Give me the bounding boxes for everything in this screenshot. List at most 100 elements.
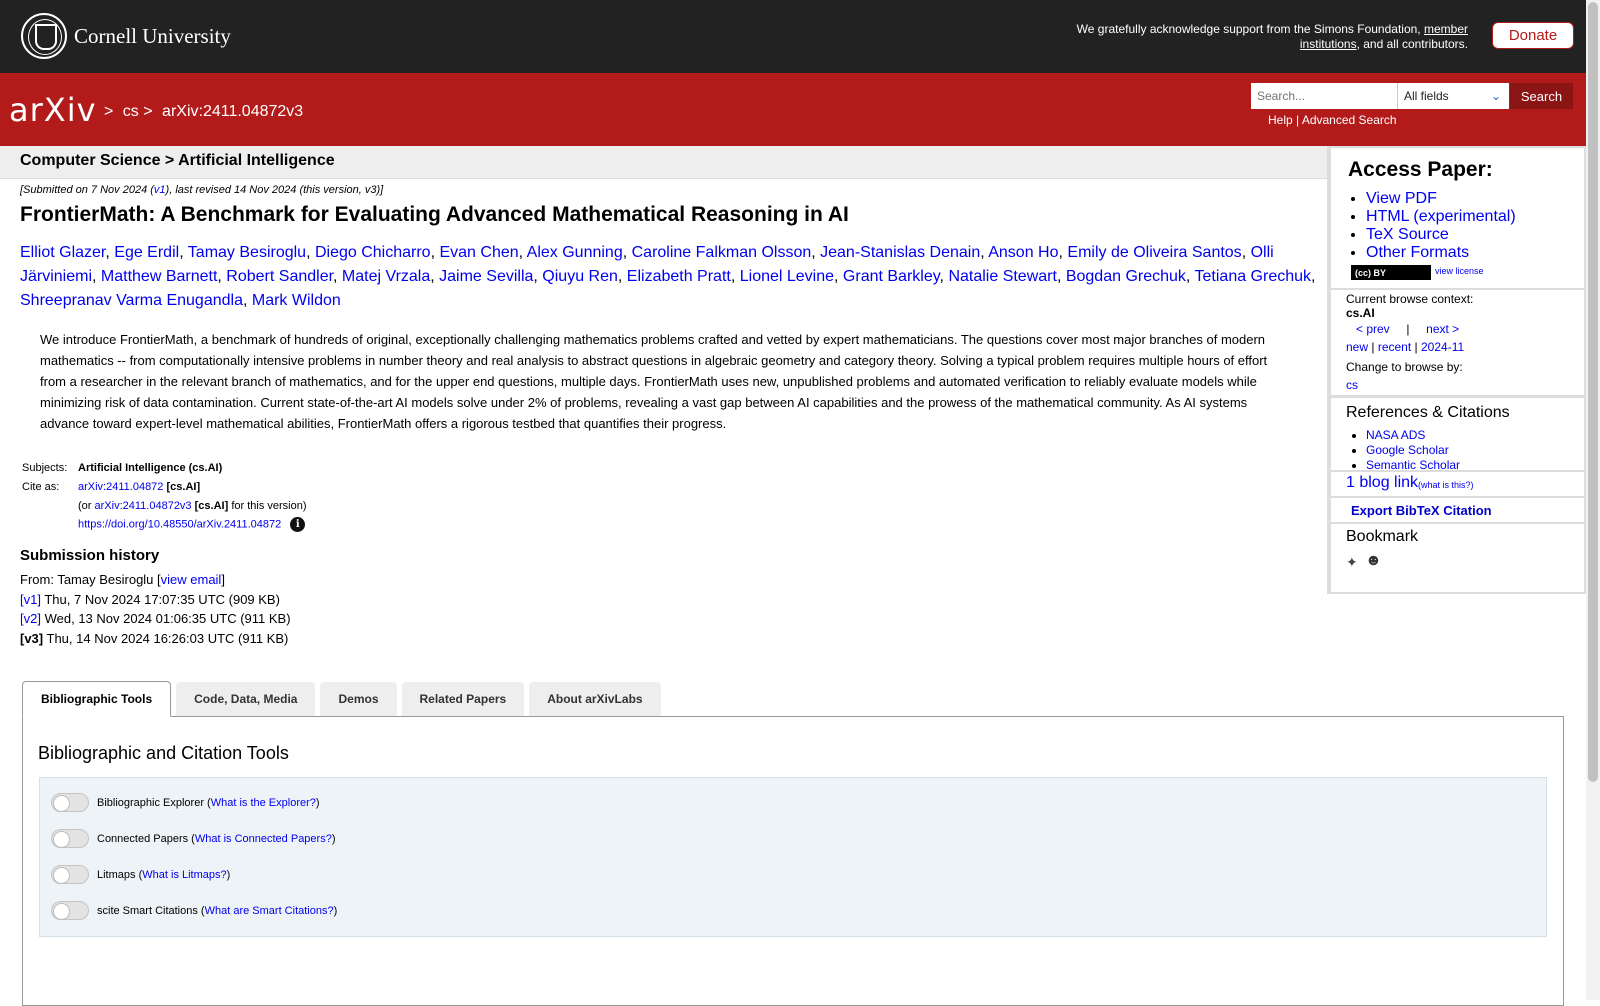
cornell-header: Cornell University We gratefully acknowl… [0, 0, 1586, 73]
author-link[interactable]: Mark Wildon [252, 292, 341, 309]
author-link[interactable]: Evan Chen [439, 244, 518, 261]
author-link[interactable]: Diego Chicharro [315, 244, 431, 261]
version-row: [v3] Thu, 14 Nov 2024 16:26:03 UTC (911 … [20, 630, 289, 646]
cc-license-badge[interactable]: (cc) BY [1351, 265, 1431, 280]
author-link[interactable]: Bogdan Grechuk [1066, 268, 1186, 285]
chevron-down-icon: ⌄ [1490, 89, 1501, 103]
advanced-search-link[interactable]: Advanced Search [1302, 113, 1397, 127]
google-scholar-link[interactable]: Google Scholar [1366, 443, 1449, 457]
v1-link[interactable]: v1 [154, 184, 166, 196]
tool-row: Connected Papers (What is Connected Pape… [51, 829, 336, 848]
new-link[interactable]: new [1346, 340, 1368, 354]
blog-what-link[interactable]: (what is this?) [1418, 480, 1474, 490]
tool-row: Bibliographic Explorer (What is the Expl… [51, 793, 320, 812]
author-link[interactable]: Grant Barkley [843, 268, 940, 285]
tab-code-data-media[interactable]: Code, Data, Media [176, 682, 316, 716]
nasa-ads-link[interactable]: NASA ADS [1366, 428, 1425, 442]
donate-button[interactable]: Donate [1492, 22, 1574, 49]
scrollbar-thumb[interactable] [1588, 2, 1598, 782]
litmaps-toggle[interactable] [51, 865, 89, 884]
connected-papers-help-link[interactable]: What is Connected Papers? [195, 833, 332, 845]
paper-title: FrontierMath: A Benchmark for Evaluating… [20, 203, 849, 226]
lab-tabs: Bibliographic Tools Code, Data, Media De… [22, 681, 666, 717]
tab-demos[interactable]: Demos [320, 682, 397, 716]
search-links: Help | Advanced Search [1268, 113, 1397, 127]
html-link[interactable]: HTML (experimental) [1366, 208, 1516, 225]
recent-link[interactable]: recent [1378, 340, 1411, 354]
author-link[interactable]: Shreepranav Varma Enugandla [20, 292, 243, 309]
explorer-help-link[interactable]: What is the Explorer? [211, 797, 316, 809]
cite-id-link[interactable]: arXiv:2411.04872 [78, 481, 163, 493]
explorer-toggle[interactable] [51, 793, 89, 812]
blog-link[interactable]: 1 blog link [1346, 474, 1418, 492]
tex-source-link[interactable]: TeX Source [1366, 226, 1449, 243]
author-link[interactable]: Matthew Barnett [101, 268, 218, 285]
access-paper-box: Access Paper: View PDF HTML (experimenta… [1331, 148, 1584, 288]
version-row: [v2] Wed, 13 Nov 2024 01:06:35 UTC (911 … [20, 611, 291, 626]
view-license-link[interactable]: view license [1435, 266, 1484, 276]
author-list: Elliot Glazer, Ege Erdil, Tamay Besirogl… [20, 244, 1316, 309]
author-link[interactable]: Qiuyu Ren [542, 268, 618, 285]
category-heading: Computer Science > Artificial Intelligen… [0, 146, 1327, 179]
export-bibtex-link[interactable]: Export BibTeX Citation [1351, 503, 1492, 518]
search-input[interactable] [1251, 83, 1397, 109]
author-link[interactable]: Alex Gunning [527, 244, 623, 261]
search-button[interactable]: Search [1510, 83, 1573, 109]
access-links: View PDF HTML (experimental) TeX Source … [1366, 190, 1516, 262]
tab-related-papers[interactable]: Related Papers [401, 682, 525, 716]
info-icon[interactable]: i [290, 517, 306, 532]
author-link[interactable]: Tamay Besiroglu [188, 244, 306, 261]
browse-cs-link[interactable]: cs [1346, 378, 1358, 392]
author-link[interactable]: Natalie Stewart [948, 268, 1057, 285]
tools-box: Bibliographic Explorer (What is the Expl… [39, 777, 1547, 937]
author-link[interactable]: Anson Ho [988, 244, 1058, 261]
tab-bibliographic-tools[interactable]: Bibliographic Tools [22, 681, 172, 717]
reddit-icon[interactable]: ☻ [1365, 552, 1382, 570]
connected-papers-toggle[interactable] [51, 829, 89, 848]
scite-toggle[interactable] [51, 901, 89, 920]
version-row: [v1] Thu, 7 Nov 2024 17:07:35 UTC (909 K… [20, 591, 280, 607]
author-link[interactable]: Lionel Levine [740, 268, 834, 285]
cite-label: Cite as: [22, 480, 60, 493]
author-link[interactable]: Tetiana Grechuk [1195, 268, 1312, 285]
month-link[interactable]: 2024-11 [1421, 340, 1464, 354]
version-v3-label: [v3] [20, 630, 44, 646]
references-list: NASA ADS Google Scholar Semantic Scholar [1366, 428, 1460, 473]
browse-context-box: Current browse context: cs.AI < prev | n… [1331, 290, 1584, 395]
scite-help-link[interactable]: What are Smart Citations? [205, 905, 334, 917]
next-link[interactable]: next > [1426, 322, 1459, 336]
references-title: References & Citations [1346, 404, 1510, 421]
author-link[interactable]: Matej Vrzala [342, 268, 430, 285]
cornell-logo[interactable]: Cornell University [21, 13, 231, 59]
breadcrumb-cs[interactable]: cs [123, 103, 139, 120]
submission-dateline: [Submitted on 7 Nov 2024 (v1), last revi… [20, 184, 384, 196]
author-link[interactable]: Robert Sandler [226, 268, 333, 285]
author-link[interactable]: Caroline Falkman Olsson [632, 244, 812, 261]
author-link[interactable]: Jaime Sevilla [439, 268, 533, 285]
search-field-select[interactable]: All fields ⌄ [1397, 83, 1509, 109]
prev-link[interactable]: < prev [1356, 322, 1390, 336]
arxiv-logo[interactable]: arXiv [9, 91, 97, 129]
bookmark-box: Bookmark ✦ ☻ [1331, 524, 1584, 592]
author-link[interactable]: Elliot Glazer [20, 244, 105, 261]
subjects-value: Artificial Intelligence (cs.AI) [78, 461, 223, 474]
author-link[interactable]: Emily de Oliveira Santos [1067, 244, 1241, 261]
tool-row: Litmaps (What is Litmaps?) [51, 865, 230, 884]
version-v1-link[interactable]: [v1] [20, 592, 41, 607]
view-pdf-link[interactable]: View PDF [1366, 190, 1437, 207]
semantic-scholar-link[interactable]: Semantic Scholar [1366, 458, 1460, 472]
scrollbar[interactable] [1586, 0, 1600, 1000]
submission-history-title: Submission history [20, 547, 160, 564]
author-link[interactable]: Elizabeth Pratt [627, 268, 731, 285]
doi-link[interactable]: https://doi.org/10.48550/arXiv.2411.0487… [78, 518, 281, 530]
author-link[interactable]: Jean-Stanislas Denain [820, 244, 980, 261]
bibsonomy-icon[interactable]: ✦ [1346, 554, 1358, 571]
other-formats-link[interactable]: Other Formats [1366, 244, 1469, 261]
version-id-link[interactable]: arXiv:2411.04872v3 [95, 500, 192, 512]
version-v2-link[interactable]: [v2] [20, 611, 41, 626]
litmaps-help-link[interactable]: What is Litmaps? [142, 869, 226, 881]
view-email-link[interactable]: view email [161, 572, 222, 587]
help-link[interactable]: Help [1268, 113, 1293, 127]
author-link[interactable]: Ege Erdil [114, 244, 179, 261]
tab-about-arxivlabs[interactable]: About arXivLabs [529, 682, 661, 716]
